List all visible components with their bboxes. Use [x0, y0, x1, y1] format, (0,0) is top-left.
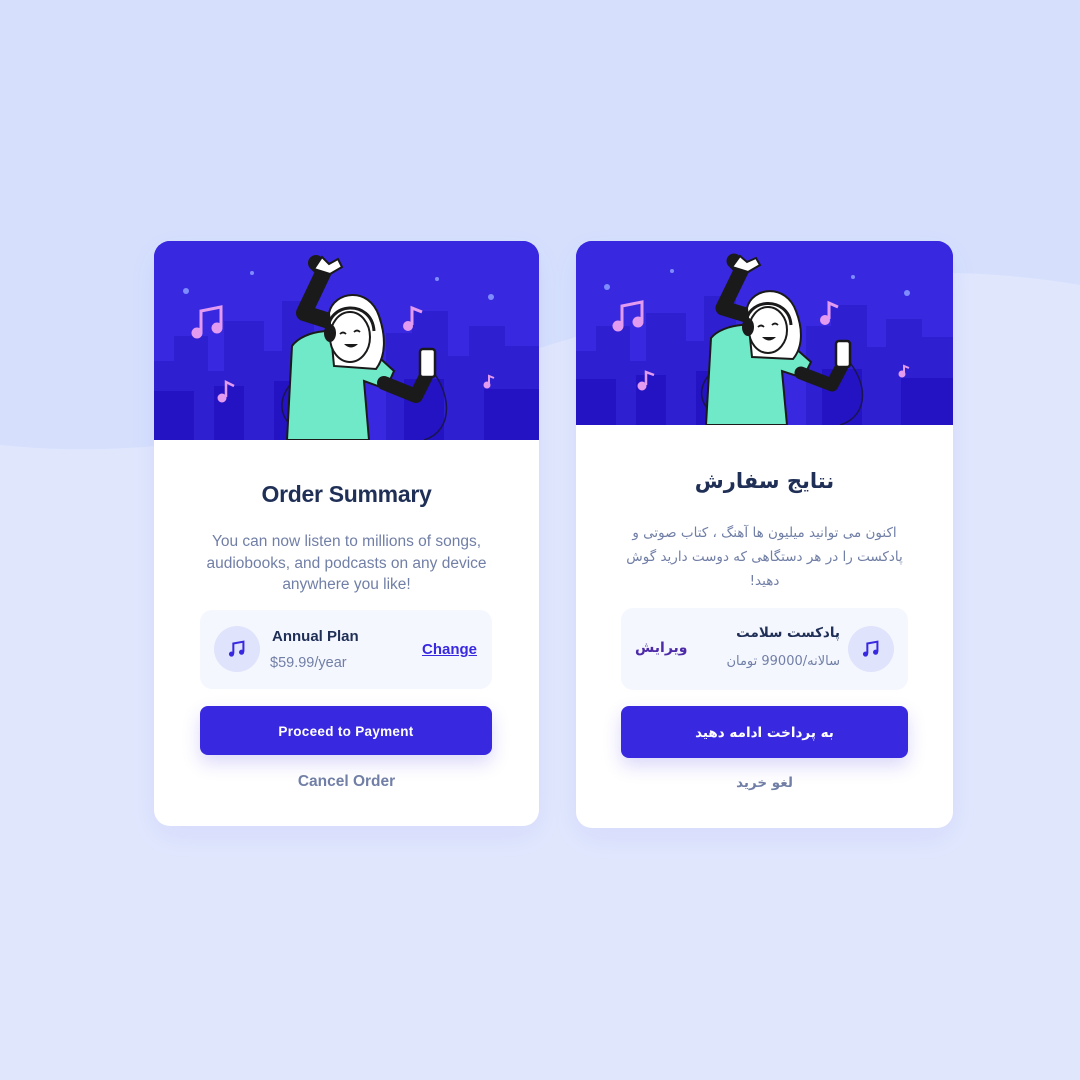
music-note-icon [214, 626, 260, 672]
order-summary-card-rtl: نتایج سفارش اکنون می توانید میلیون ها آه… [576, 241, 953, 828]
order-description: You can now listen to millions of songs,… [206, 533, 487, 593]
plan-name: پادکست سلامت [736, 625, 840, 641]
hero-illustration [154, 241, 539, 440]
edit-plan-link[interactable]: ویرایش [635, 640, 688, 656]
order-description: اکنون می توانید میلیون ها آهنگ ، کتاب صو… [626, 525, 903, 589]
dancing-person-illustration [154, 241, 539, 440]
plan-summary: پادکست سلامت سالانه/99000 تومان ویرایش [621, 608, 908, 690]
dancing-person-illustration [576, 241, 953, 425]
order-summary-card: Order Summary You can now listen to mill… [154, 241, 539, 826]
page-title: نتایج سفارش [694, 469, 835, 493]
change-plan-link[interactable]: Change [422, 641, 477, 658]
page-title: Order Summary [261, 481, 432, 507]
plan-price: سالانه/99000 تومان [726, 654, 840, 669]
cancel-order-button[interactable]: لغو خرید [576, 775, 953, 791]
hero-illustration [576, 241, 953, 425]
proceed-to-payment-button[interactable]: Proceed to Payment [200, 706, 492, 755]
music-note-icon [848, 626, 894, 672]
cancel-order-button[interactable]: Cancel Order [154, 773, 539, 791]
proceed-to-payment-button[interactable]: به پرداخت ادامه دهید [621, 706, 908, 758]
plan-price: $59.99/year [270, 655, 347, 671]
plan-name: Annual Plan [272, 628, 359, 645]
plan-summary: Annual Plan $59.99/year Change [200, 610, 492, 689]
